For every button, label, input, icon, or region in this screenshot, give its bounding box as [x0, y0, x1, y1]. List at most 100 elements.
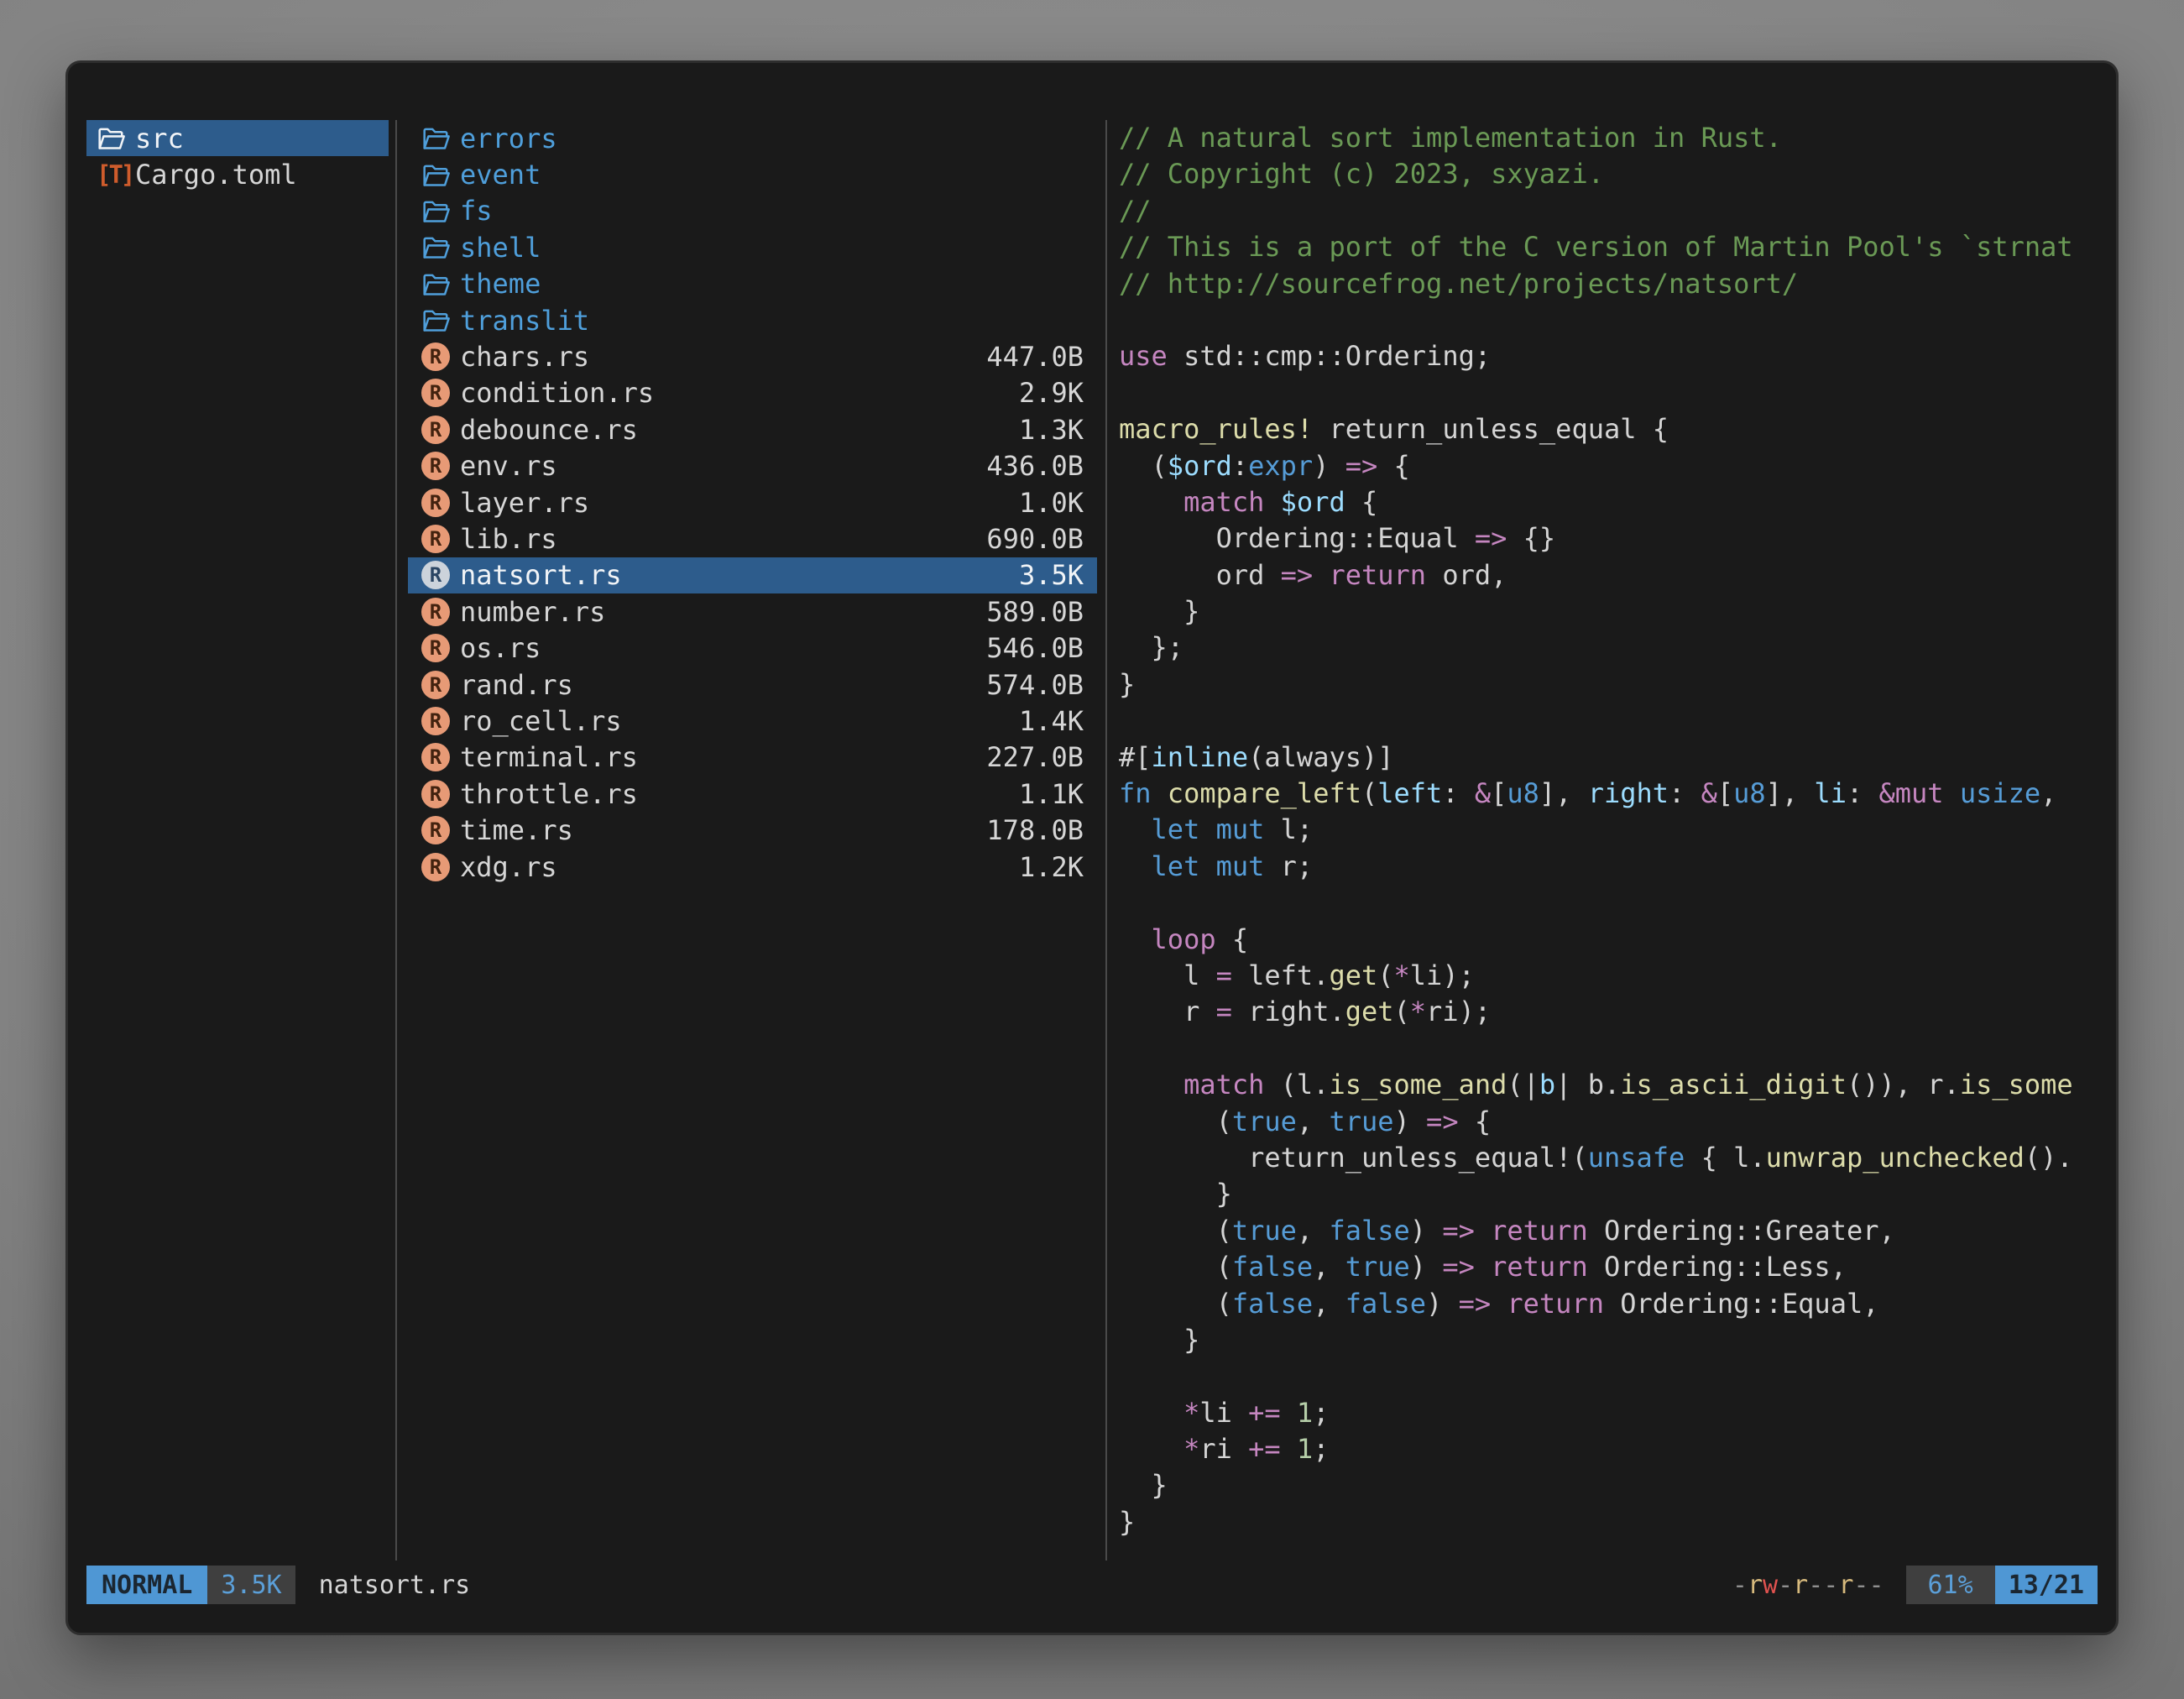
entry-name: number.rs: [460, 596, 605, 628]
toml-file-icon: [T]: [97, 160, 135, 189]
rust-file-icon: R: [421, 853, 460, 881]
code-line: let mut l;: [1119, 812, 2098, 848]
dir-row-event[interactable]: event: [408, 156, 1097, 192]
entry-name: env.rs: [460, 450, 557, 482]
code-line: l = left.get(*li);: [1119, 958, 2098, 994]
scroll-percent-chip: 61%: [1906, 1566, 1995, 1604]
dir-row-fs[interactable]: fs: [408, 193, 1097, 229]
file-row-lib.rs[interactable]: Rlib.rs690.0B: [408, 520, 1097, 557]
rust-file-icon: R: [421, 780, 460, 808]
file-row-xdg.rs[interactable]: Rxdg.rs1.2K: [408, 849, 1097, 885]
file-row-rand.rs[interactable]: Rrand.rs574.0B: [408, 667, 1097, 703]
dir-row-shell[interactable]: shell: [408, 229, 1097, 265]
entry-size: 589.0B: [986, 596, 1084, 628]
folder-icon: [421, 162, 460, 188]
perm-char: -: [1868, 1571, 1884, 1600]
rust-file-icon: R: [421, 634, 460, 662]
rust-file-icon: R: [421, 743, 460, 771]
file-row-os.rs[interactable]: Ros.rs 546.0B: [408, 630, 1097, 666]
perm-char: -: [1808, 1571, 1823, 1600]
entry-name: shell: [460, 232, 541, 264]
perm-char: -: [1823, 1571, 1838, 1600]
file-row-chars.rs[interactable]: Rchars.rs447.0B: [408, 338, 1097, 374]
code-line: // Copyright (c) 2023, sxyazi.: [1119, 156, 2098, 192]
code-line: let mut r;: [1119, 849, 2098, 885]
rust-file-icon: R: [421, 561, 460, 589]
entry-name: os.rs: [460, 632, 541, 664]
rust-file-icon: R: [421, 379, 460, 407]
folder-icon: [421, 271, 460, 297]
perm-char: w: [1763, 1571, 1778, 1600]
status-spacer: [470, 1566, 1732, 1604]
perm-char: r: [1793, 1571, 1808, 1600]
code-line: [1119, 302, 2098, 338]
status-filename: natsort.rs: [319, 1566, 471, 1604]
perm-char: -: [1778, 1571, 1793, 1600]
rust-file-icon: R: [421, 816, 460, 844]
code-line: // A natural sort implementation in Rust…: [1119, 120, 2098, 156]
rust-file-icon: R: [421, 598, 460, 626]
dir-row-translit[interactable]: translit: [408, 302, 1097, 338]
code-line: [1119, 885, 2098, 921]
entry-size: 1.3K: [1019, 414, 1084, 446]
parent-pane: src[T]Cargo.toml: [86, 120, 395, 1560]
entry-size: 227.0B: [986, 741, 1084, 773]
code-line: *li += 1;: [1119, 1395, 2098, 1431]
dir-row-theme[interactable]: theme: [408, 266, 1097, 302]
file-row-terminal.rs[interactable]: Rterminal.rs 227.0B: [408, 740, 1097, 776]
code-line: }: [1119, 1322, 2098, 1358]
file-row-condition.rs[interactable]: Rcondition.rs2.9K: [408, 375, 1097, 411]
code-line: [1119, 1031, 2098, 1067]
file-size-chip: 3.5K: [207, 1566, 295, 1604]
file-row-layer.rs[interactable]: Rlayer.rs1.0K: [408, 484, 1097, 520]
code-line: }: [1119, 1176, 2098, 1212]
preview-pane[interactable]: // A natural sort implementation in Rust…: [1107, 120, 2098, 1560]
code-line: *ri += 1;: [1119, 1431, 2098, 1467]
file-row-debounce.rs[interactable]: Rdebounce.rs1.3K: [408, 411, 1097, 447]
code-line: ord => return ord,: [1119, 557, 2098, 593]
entry-size: 178.0B: [986, 814, 1084, 846]
file-row-ro_cell.rs[interactable]: Rro_cell.rs1.4K: [408, 703, 1097, 739]
code-line: r = right.get(*ri);: [1119, 994, 2098, 1030]
rust-file-icon: R: [421, 671, 460, 699]
entry-size: 1.1K: [1019, 778, 1084, 810]
dir-row-errors[interactable]: errors: [408, 120, 1097, 156]
folder-icon: [421, 125, 460, 151]
file-row-Cargo.toml[interactable]: [T]Cargo.toml: [86, 156, 389, 192]
rust-file-icon: R: [421, 525, 460, 553]
entry-name: ro_cell.rs: [460, 705, 622, 737]
file-row-time.rs[interactable]: Rtime.rs 178.0B: [408, 812, 1097, 848]
mode-indicator: NORMAL: [86, 1566, 207, 1604]
code-line: //: [1119, 193, 2098, 229]
entry-name: xdg.rs: [460, 851, 557, 883]
rust-file-icon: R: [421, 342, 460, 371]
file-row-throttle.rs[interactable]: Rthrottle.rs1.1K: [408, 776, 1097, 812]
code-line: [1119, 375, 2098, 411]
folder-icon: [421, 198, 460, 224]
entry-name: lib.rs: [460, 523, 557, 555]
entry-name: layer.rs: [460, 487, 589, 519]
status-bar: NORMAL 3.5K natsort.rs -rw-r--r-- 61% 13…: [86, 1566, 2098, 1604]
code-line: };: [1119, 630, 2098, 666]
entry-name: terminal.rs: [460, 741, 638, 773]
entry-name: debounce.rs: [460, 414, 638, 446]
code-line: macro_rules! return_unless_equal {: [1119, 411, 2098, 447]
entry-name: fs: [460, 195, 493, 227]
code-line: ($ord:expr) => {: [1119, 448, 2098, 484]
entry-size: 546.0B: [986, 632, 1084, 664]
current-pane: errorseventfs shellthemetranslitRchars.rs…: [397, 120, 1105, 1560]
entry-size: 3.5K: [1019, 559, 1084, 591]
code-line: }: [1119, 1467, 2098, 1503]
entry-name: time.rs: [460, 814, 573, 846]
code-line: (false, true) => return Ordering::Less,: [1119, 1249, 2098, 1285]
file-row-number.rs[interactable]: Rnumber.rs 589.0B: [408, 593, 1097, 630]
perm-char: r: [1838, 1571, 1853, 1600]
file-row-natsort.rs[interactable]: Rnatsort.rs 3.5K: [408, 557, 1097, 593]
entry-name: rand.rs: [460, 669, 573, 701]
yazi-window: src[T]Cargo.toml errorseventfs shelltheme…: [65, 60, 2119, 1635]
rust-file-icon: R: [421, 707, 460, 735]
file-row-env.rs[interactable]: Renv.rs436.0B: [408, 448, 1097, 484]
entry-name: natsort.rs: [460, 559, 622, 591]
dir-row-src[interactable]: src: [86, 120, 389, 156]
entry-size: 436.0B: [986, 450, 1084, 482]
